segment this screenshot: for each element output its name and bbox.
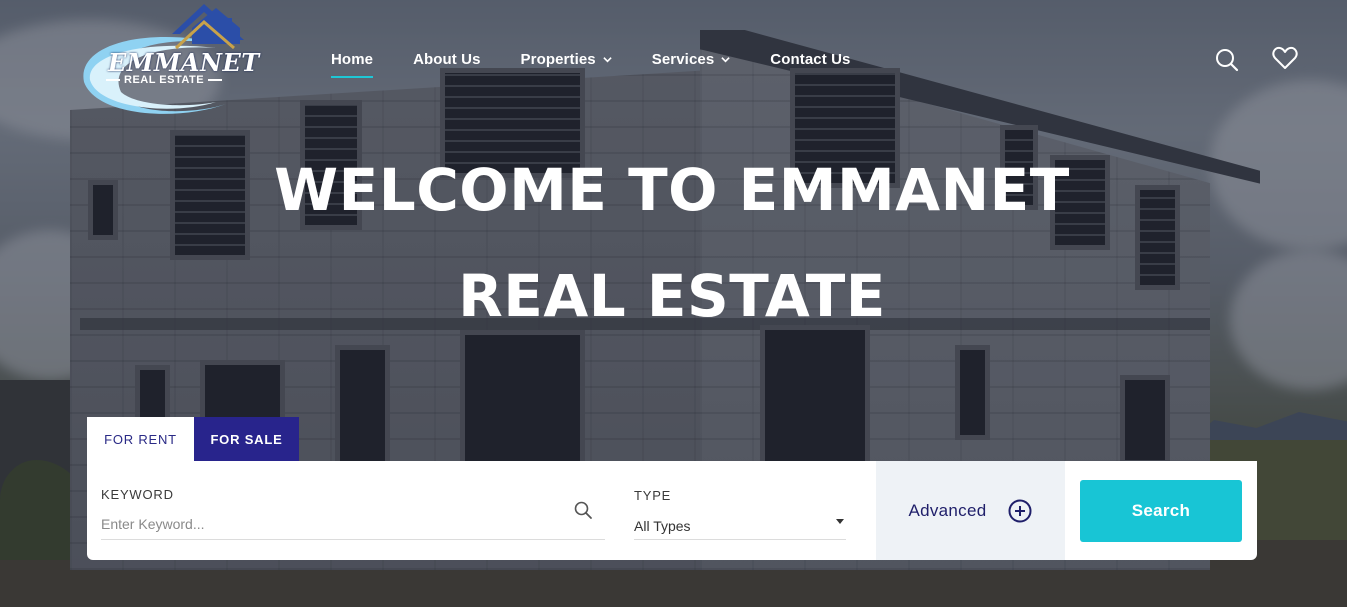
advanced-button[interactable]: Advanced — [876, 461, 1065, 560]
brand-logo[interactable]: EMMANET REAL ESTATE — [76, 4, 259, 116]
brand-tagline: REAL ESTATE — [106, 74, 223, 86]
tab-for-sale[interactable]: FOR SALE — [194, 417, 299, 461]
search-icon[interactable] — [1213, 46, 1241, 74]
hero-headline-line2: REAL ESTATE — [458, 262, 886, 330]
main-nav: Home About Us Properties Services Contac… — [331, 51, 890, 78]
type-select-value: All Types — [634, 518, 691, 534]
caret-down-icon — [836, 519, 844, 524]
brand-name: EMMANET — [108, 48, 260, 77]
nav-services[interactable]: Services — [652, 51, 731, 68]
heart-icon[interactable] — [1271, 44, 1299, 72]
chevron-down-icon — [603, 57, 612, 63]
advanced-label: Advanced — [908, 500, 987, 520]
type-label: TYPE — [634, 488, 672, 503]
hero-headline-line1: WELCOME TO EMMANET — [274, 156, 1070, 224]
search-button[interactable]: Search — [1080, 480, 1242, 542]
nav-about-us[interactable]: About Us — [413, 51, 480, 68]
chevron-down-icon — [721, 57, 730, 63]
plus-circle-icon — [1008, 499, 1031, 522]
nav-home[interactable]: Home — [331, 51, 374, 78]
nav-properties[interactable]: Properties — [521, 51, 612, 68]
search-icon — [574, 501, 592, 519]
type-select[interactable]: All Types — [634, 512, 846, 540]
nav-contact-us[interactable]: Contact Us — [770, 51, 850, 68]
tab-for-rent[interactable]: FOR RENT — [87, 417, 194, 461]
keyword-label: KEYWORD — [101, 487, 174, 502]
keyword-input[interactable] — [101, 509, 605, 540]
hero-headline: WELCOME TO EMMANET REAL ESTATE — [0, 137, 1344, 349]
